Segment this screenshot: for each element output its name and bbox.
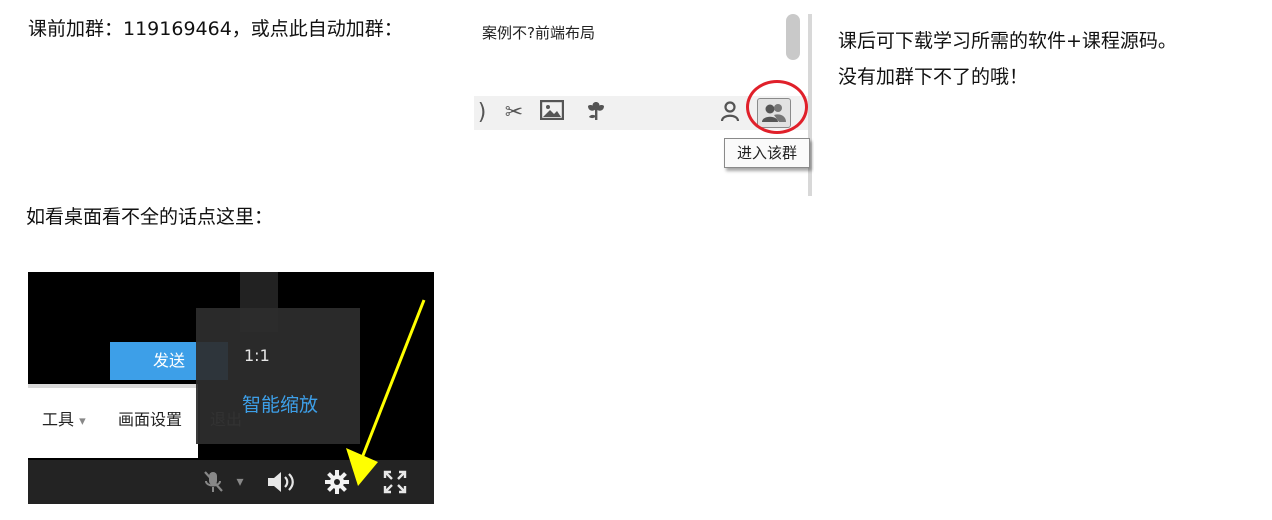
enter-group-tooltip: 进入该群 <box>724 138 810 168</box>
download-note: 课后可下载学习所需的软件+课程源码。 <box>838 30 1177 52</box>
scissors-icon[interactable]: ✂ <box>500 100 528 126</box>
scrollbar-thumb[interactable] <box>786 14 800 60</box>
chat-title: 案例不?前端布局 <box>482 24 595 42</box>
image-icon[interactable] <box>538 99 566 127</box>
player-screenshot: 发送 工具 ▾ 画面设置 退出 1:1 智能缩放 ▾ <box>28 272 434 504</box>
yellow-pointer-arrow <box>346 299 426 486</box>
red-highlight-circle <box>746 80 808 134</box>
desktop-view-hint: 如看桌面看不全的话点这里： <box>26 206 274 228</box>
join-group-instruction: 课前加群：119169464，或点此自动加群： <box>28 18 403 40</box>
flower-icon[interactable] <box>582 100 610 129</box>
chat-window-screenshot: 案例不?前端布局 ) ✂ 进入该群 <box>474 14 814 196</box>
user-icon[interactable] <box>716 100 744 129</box>
bracket-icon[interactable]: ) <box>474 100 496 126</box>
join-required-note: 没有加群下不了的哦！ <box>838 66 1029 88</box>
panel-divider <box>808 14 812 196</box>
